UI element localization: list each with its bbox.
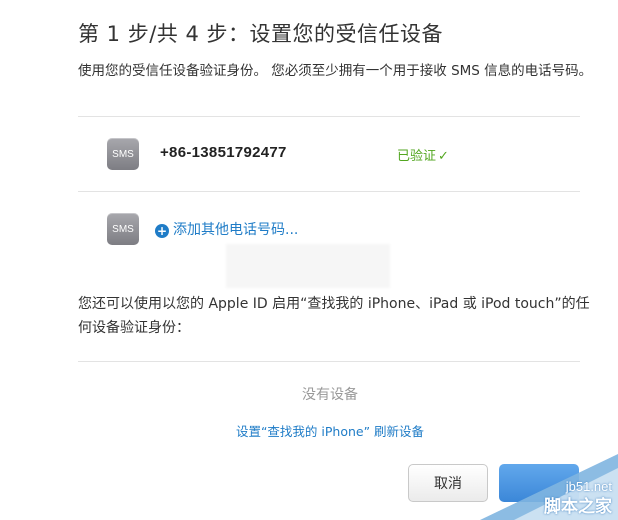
find-my-description: 您还可以使用以您的 Apple ID 启用“查找我的 iPhone、iPad 或… — [78, 296, 590, 336]
step-title: 第 1 步/共 4 步：设置您的受信任设备 — [78, 22, 443, 46]
step-description: 使用您的受信任设备验证身份。 您必须至少拥有一个用于接收 SMS 信息的电话号码… — [78, 63, 593, 79]
no-devices-label: 没有设备 — [302, 387, 358, 403]
verified-status: 已验证 ✓ — [397, 145, 449, 164]
divider — [78, 191, 580, 192]
check-icon: ✓ — [438, 149, 449, 164]
sms-icon: SMS — [107, 138, 139, 170]
redacted-region — [226, 244, 390, 288]
plus-circle-icon: + — [155, 224, 169, 238]
next-button[interactable] — [499, 464, 579, 502]
cancel-button[interactable]: 取消 — [408, 464, 488, 502]
divider — [78, 361, 580, 362]
setup-find-my-link[interactable]: 设置“查找我的 iPhone” 刷新设备 — [0, 421, 618, 440]
verified-label: 已验证 — [397, 149, 437, 164]
phone-number: +86-13851792477 — [160, 144, 287, 161]
sms-icon: SMS — [107, 213, 139, 245]
divider — [78, 116, 580, 117]
add-phone-label: 添加其他电话号码... — [173, 222, 299, 238]
add-phone-link[interactable]: + 添加其他电话号码... — [155, 219, 298, 239]
